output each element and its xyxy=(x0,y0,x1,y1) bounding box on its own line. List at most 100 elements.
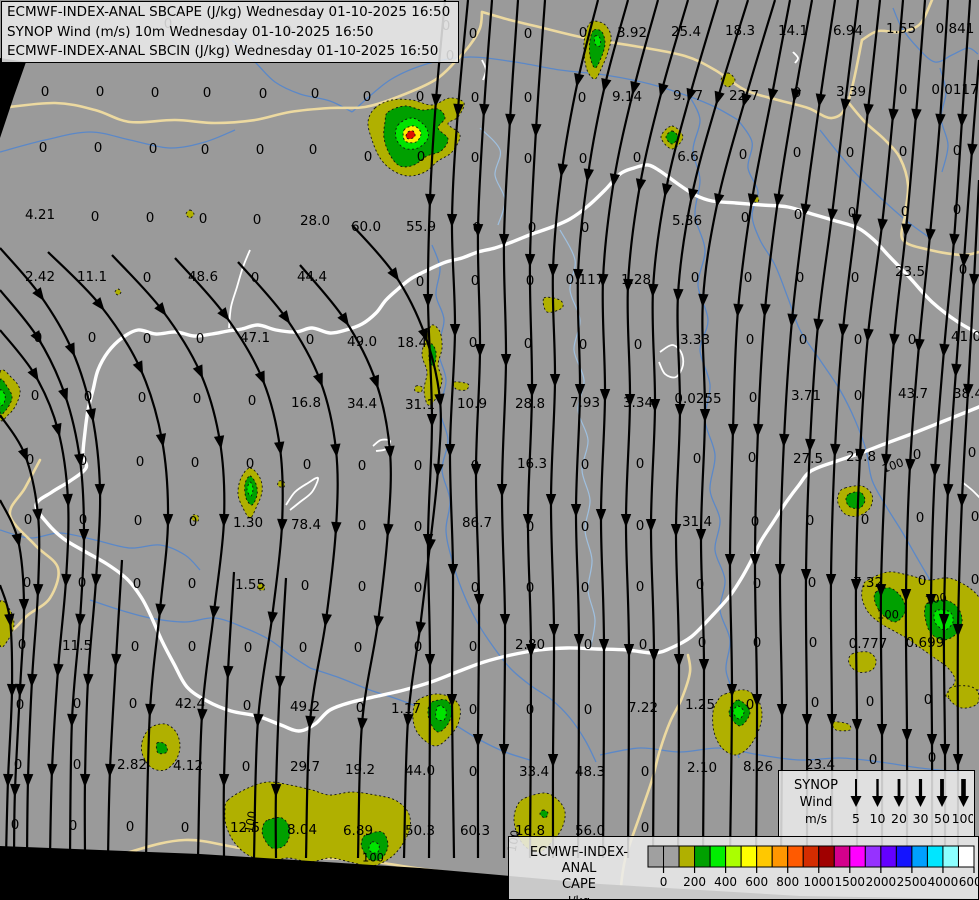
grid-value-label: 0 xyxy=(126,819,135,835)
grid-value-label: 0 xyxy=(242,759,251,775)
grid-value-label: 0 xyxy=(744,270,753,286)
colorbar-step xyxy=(663,845,680,868)
grid-value-label: 0 xyxy=(741,210,750,226)
colorbar-tick-label: 800 xyxy=(776,875,799,889)
grid-value-label: 0 xyxy=(899,144,908,160)
grid-value-label: 4.21 xyxy=(25,207,55,223)
grid-value-label: 0 xyxy=(243,698,252,714)
colorbar-tick-label: 6000 xyxy=(959,875,978,889)
grid-value-label: 41.0 xyxy=(951,329,979,345)
colorbar-step xyxy=(911,845,928,868)
grid-value-label: 0 xyxy=(793,145,802,161)
grid-value-label: 0 xyxy=(581,457,590,473)
grid-value-label: 9.14 xyxy=(612,89,642,105)
colorbar-step xyxy=(709,845,727,868)
grid-value-label: 31.4 xyxy=(682,514,712,530)
grid-value-label: 48.6 xyxy=(188,269,218,285)
grid-value-label: 1.55 xyxy=(235,577,265,593)
grid-value-label: 0 xyxy=(581,220,590,236)
grid-value-label: 14.1 xyxy=(778,23,808,39)
grid-value-label: 2.82 xyxy=(117,757,147,773)
grid-value-label: 0 xyxy=(528,220,537,236)
grid-value-label: 0 xyxy=(201,142,210,158)
grid-value-label: 0 xyxy=(806,513,815,529)
contour-label: 100 xyxy=(362,851,384,865)
grid-value-label: 0 xyxy=(469,26,478,42)
grid-value-label: 0 xyxy=(469,702,478,718)
grid-value-label: 0 xyxy=(751,514,760,530)
grid-value-label: 0 xyxy=(191,455,200,471)
grid-value-label: 0 xyxy=(581,580,590,596)
grid-value-label: 3.71 xyxy=(791,388,821,404)
grid-value-label: 0 xyxy=(309,142,318,158)
grid-value-label: 0 xyxy=(299,640,308,656)
grid-value-label: 0 xyxy=(578,90,587,106)
grid-value-label: 16.8 xyxy=(291,395,321,411)
grid-value-label: 0 xyxy=(88,330,97,346)
grid-value-label: 0 xyxy=(69,818,78,834)
grid-value-label: 0 xyxy=(39,140,48,156)
cape-legend-subtitle: CAPE xyxy=(561,877,597,892)
grid-value-label: 34.4 xyxy=(347,396,377,412)
wind-speed-value: 5 xyxy=(852,811,860,826)
grid-value-label: 0 xyxy=(746,697,755,713)
grid-value-label: 0 xyxy=(636,518,645,534)
grid-value-label: 0 xyxy=(641,820,650,836)
colorbar-step xyxy=(740,845,758,868)
grid-value-label: 0 xyxy=(131,639,140,655)
grid-value-label: 0 xyxy=(181,820,190,836)
grid-value-label: 0 xyxy=(469,639,478,655)
grid-value-label: 0 xyxy=(753,576,762,592)
grid-value-label: 23.5 xyxy=(895,264,925,280)
title-line-wind: SYNOP Wind (m/s) 10m Wednesday 01-10-202… xyxy=(7,23,374,40)
colorbar-step xyxy=(864,845,882,868)
grid-value-label: 0 xyxy=(358,579,367,595)
grid-value-label: 0 xyxy=(808,575,817,591)
grid-value-label: 86.7 xyxy=(462,515,492,531)
grid-value-label: 0 xyxy=(94,140,103,156)
grid-value-label: 0 xyxy=(746,332,755,348)
grid-value-label: 0 xyxy=(31,388,40,404)
grid-value-label: 0 xyxy=(866,694,875,710)
grid-value-label: 0 xyxy=(26,452,35,468)
grid-value-label: 3.92 xyxy=(617,25,647,41)
grid-value-label: 0.117 xyxy=(566,272,605,288)
grid-value-label: 18.4 xyxy=(397,335,427,351)
grid-value-label: 0 xyxy=(256,142,265,158)
colorbar-step xyxy=(694,845,711,868)
cape-legend-unit: J/kg xyxy=(513,893,645,900)
grid-value-label: 29.7 xyxy=(290,759,320,775)
grid-value-label: 16.3 xyxy=(517,456,547,472)
grid-value-label: 8.26 xyxy=(743,759,773,775)
grid-value-label: 0 xyxy=(253,212,262,228)
colorbar-step xyxy=(647,845,665,868)
grid-value-label: 33.4 xyxy=(519,764,549,780)
grid-value-label: 0 xyxy=(971,509,979,525)
grid-value-label: 0 xyxy=(749,390,758,406)
map-canvas: 1001001001001001000003.9225.418.314.16.9… xyxy=(0,0,979,900)
grid-value-label: 0 xyxy=(18,637,27,653)
grid-value-label: 0 xyxy=(417,149,426,165)
grid-value-label: 0 xyxy=(203,85,212,101)
grid-value-label: 0 xyxy=(358,458,367,474)
grid-value-label: 5.36 xyxy=(672,213,702,229)
grid-value-label: 1.25 xyxy=(685,697,715,713)
grid-value-label: 7.32 xyxy=(853,575,883,591)
grid-value-label: 31.1 xyxy=(405,397,435,413)
colorbar-step xyxy=(833,845,851,868)
grid-value-label: 0 xyxy=(959,262,968,278)
grid-value-label: 0 xyxy=(414,639,423,655)
grid-value-label: 0 xyxy=(16,697,25,713)
colorbar-tick-label: 2500 xyxy=(897,875,928,889)
grid-value-label: 0 xyxy=(188,576,197,592)
grid-value-label: 49.0 xyxy=(347,334,377,350)
grid-value-label: 0 xyxy=(34,330,43,346)
grid-value-label: 42.4 xyxy=(175,696,205,712)
grid-value-label: 0 xyxy=(899,82,908,98)
grid-value-label: 0 xyxy=(526,519,535,535)
grid-value-label: 25.8 xyxy=(846,449,876,465)
grid-value-label: 0 xyxy=(526,273,535,289)
grid-value-label: 0 xyxy=(24,512,33,528)
grid-value-label: 0 xyxy=(811,695,820,711)
wind-speed-arrowhead-icon xyxy=(872,796,883,807)
